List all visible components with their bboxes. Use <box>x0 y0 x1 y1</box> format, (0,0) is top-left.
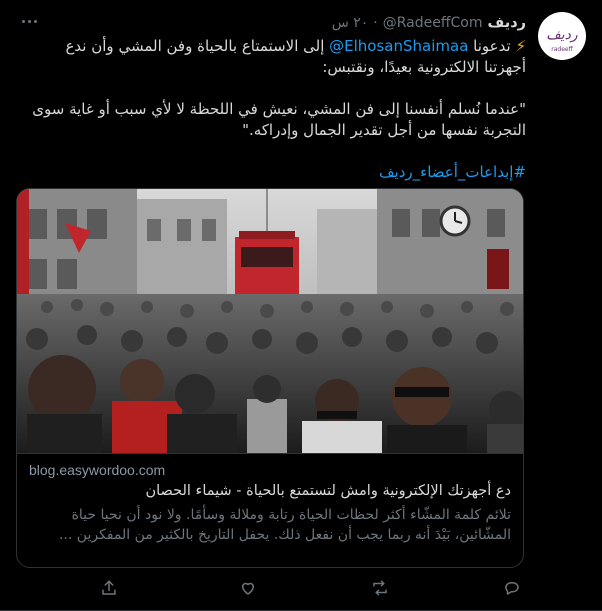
separator-dot: · <box>373 15 378 31</box>
hashtag-link[interactable]: #إبداعات_أعضاء_رديف <box>379 163 526 181</box>
crowd-street-photo <box>17 189 523 453</box>
more-options-icon[interactable] <box>22 14 42 28</box>
card-domain: blog.easywordoo.com <box>29 462 166 478</box>
action-bar <box>0 574 602 602</box>
card-body[interactable]: blog.easywordoo.com دع أجهزتك الإلكتروني… <box>17 453 523 567</box>
like-icon[interactable] <box>234 574 262 602</box>
mention-link[interactable]: @ElhosanShaimaa <box>329 37 468 55</box>
tweet-text: ⚡ تدعونا @ElhosanShaimaa إلى الاستمتاع ب… <box>26 36 526 183</box>
avatar-logo-text: رديف <box>546 27 578 43</box>
link-card[interactable]: blog.easywordoo.com دع أجهزتك الإلكتروني… <box>16 188 524 568</box>
share-icon[interactable] <box>95 574 123 602</box>
avatar-logo-sub: radeeff <box>551 46 573 53</box>
display-name[interactable]: رديف <box>487 15 526 31</box>
card-image[interactable] <box>17 189 523 453</box>
timestamp[interactable]: ٢٠ س <box>332 15 369 31</box>
user-handle[interactable]: @RadeeffCom <box>383 15 483 31</box>
tweet-quote: "عندما نُسلم أنفسنا إلى فن المشي، نعيش ف… <box>32 100 526 139</box>
reply-icon[interactable] <box>498 574 526 602</box>
card-description: تلائم كلمة المشّاء أكثر لحظات الحياة رتا… <box>58 507 511 543</box>
card-title: دع أجهزتك الإلكترونية وامش لتستمتع بالحي… <box>145 483 511 499</box>
lightning-icon: ⚡ <box>515 37 526 55</box>
retweet-icon[interactable] <box>366 574 394 602</box>
tweet[interactable]: رديف radeeff رديف @RadeeffCom · ٢٠ س ⚡ ت… <box>0 0 602 611</box>
tweet-text-prefix: تدعونا <box>473 37 511 55</box>
tweet-header: رديف @RadeeffCom · ٢٠ س <box>332 13 526 33</box>
avatar[interactable]: رديف radeeff <box>538 12 586 60</box>
